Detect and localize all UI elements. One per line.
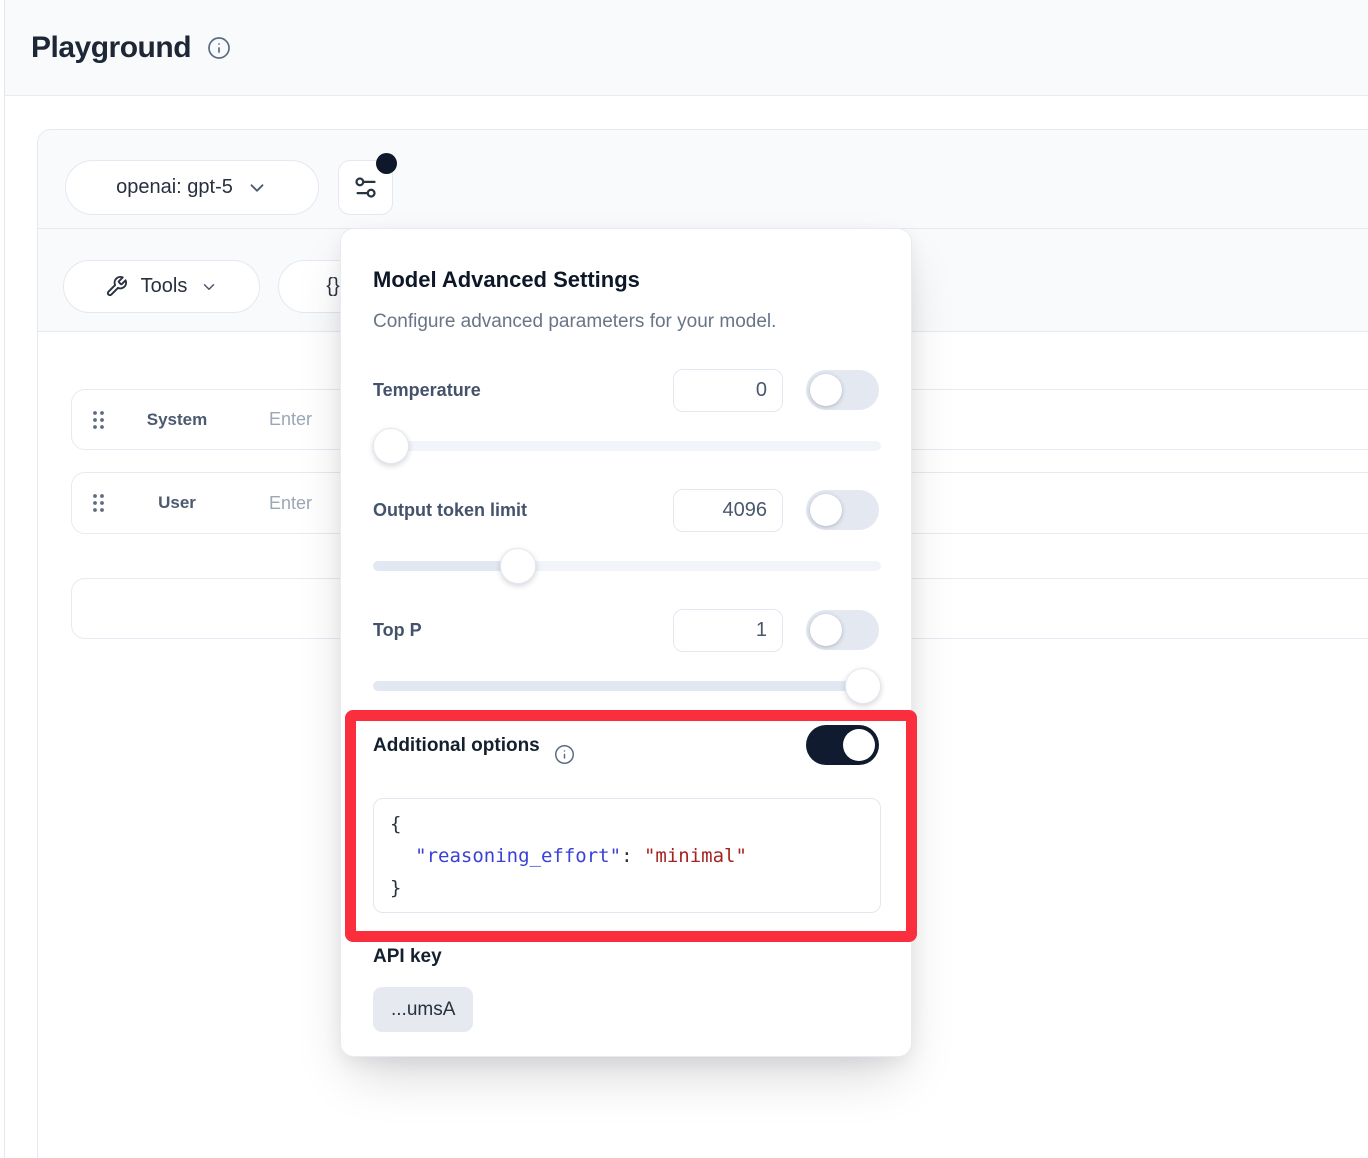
toggle-knob — [843, 729, 875, 761]
json-colon: : — [621, 845, 644, 867]
model-toolbar: openai: gpt-5 — [38, 130, 1368, 229]
drag-handle-icon[interactable] — [91, 409, 106, 431]
model-advanced-settings-button[interactable] — [338, 160, 393, 215]
json-key: "reasoning_effort" — [415, 845, 621, 867]
top-p-toggle[interactable] — [806, 610, 879, 650]
sliders-horizontal-icon — [352, 174, 379, 201]
message-role-label: User — [112, 473, 242, 533]
output-token-limit-row: Output token limit — [373, 489, 879, 532]
top-p-label: Top P — [373, 609, 422, 652]
output-token-limit-label: Output token limit — [373, 489, 527, 532]
chevron-down-icon — [246, 177, 268, 199]
slider-fill — [373, 681, 881, 691]
slider-knob[interactable] — [373, 428, 409, 464]
top-p-row: Top P — [373, 609, 879, 652]
content-left-divider — [4, 0, 5, 1158]
toggle-knob — [810, 614, 842, 646]
model-selector-label: openai: gpt-5 — [116, 176, 233, 199]
additional-options-json-editor[interactable]: { "reasoning_effort": "minimal" } — [373, 798, 881, 913]
slider-track[interactable] — [373, 441, 881, 451]
slider-fill — [373, 561, 510, 571]
page-title: Playground — [31, 31, 191, 65]
json-brace: } — [390, 877, 401, 899]
tools-button-label: Tools — [141, 275, 188, 298]
chevron-down-icon — [200, 278, 218, 296]
temperature-input[interactable] — [673, 369, 783, 412]
api-key-chip[interactable]: ...umsA — [373, 987, 473, 1032]
info-icon[interactable] — [554, 744, 575, 765]
output-token-limit-slider[interactable] — [373, 548, 881, 584]
slider-knob[interactable] — [500, 548, 536, 584]
tools-button[interactable]: Tools — [63, 260, 260, 313]
notification-dot — [376, 153, 397, 174]
info-icon[interactable] — [207, 36, 231, 60]
message-placeholder: Enter — [269, 390, 312, 449]
wrench-icon — [105, 275, 128, 298]
model-advanced-settings-popover: Model Advanced Settings Configure advanc… — [340, 228, 912, 1057]
drag-handle-icon[interactable] — [91, 492, 106, 514]
top-p-input[interactable] — [673, 609, 783, 652]
popover-title: Model Advanced Settings — [373, 267, 640, 293]
output-token-limit-input[interactable] — [673, 489, 783, 532]
message-placeholder: Enter — [269, 473, 312, 533]
toggle-knob — [810, 374, 842, 406]
popover-subtitle: Configure advanced parameters for your m… — [373, 311, 776, 333]
slider-knob[interactable] — [845, 668, 881, 704]
additional-options-row: Additional options — [373, 724, 879, 768]
output-token-limit-toggle[interactable] — [806, 490, 879, 530]
toggle-knob — [810, 494, 842, 526]
json-brace: { — [390, 813, 401, 835]
temperature-slider[interactable] — [373, 428, 881, 464]
page-header: Playground — [5, 0, 1368, 96]
slider-track[interactable] — [373, 561, 881, 571]
api-key-label: API key — [373, 946, 442, 968]
message-role-label: System — [112, 390, 242, 449]
slider-track[interactable] — [373, 681, 881, 691]
temperature-label: Temperature — [373, 369, 481, 412]
temperature-toggle[interactable] — [806, 370, 879, 410]
model-selector-button[interactable]: openai: gpt-5 — [65, 160, 319, 215]
additional-options-toggle[interactable] — [806, 725, 879, 765]
top-p-slider[interactable] — [373, 668, 881, 704]
json-value: "minimal" — [644, 845, 747, 867]
additional-options-label: Additional options — [373, 724, 540, 768]
temperature-row: Temperature — [373, 369, 879, 412]
